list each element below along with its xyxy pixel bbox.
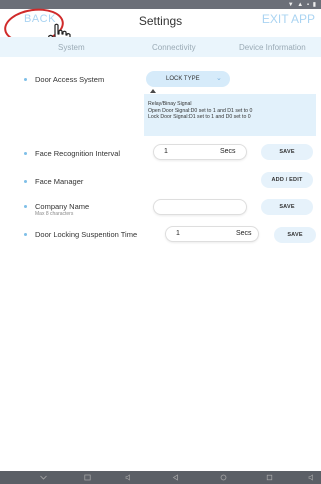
bullet-icon: [24, 205, 27, 208]
door-access-label: Door Access System: [35, 75, 105, 84]
bullet-icon: [24, 152, 27, 155]
chevron-down-icon[interactable]: [40, 474, 47, 481]
company-name-hint: Max 8 characters: [35, 211, 74, 217]
face-manager-label: Face Manager: [35, 177, 84, 186]
info-line: Lock Door Signal:D1 set to 1 and D0 set …: [148, 114, 251, 120]
tab-system[interactable]: System: [58, 43, 85, 52]
tab-device-information[interactable]: Device Information: [239, 43, 306, 52]
face-recognition-value: 1: [164, 148, 168, 155]
status-bar: ▼ ▲ ▪ ▮: [0, 0, 321, 15]
info-line: Relay/Binay Signal: [148, 101, 192, 107]
face-recognition-label: Face Recognition Interval: [35, 149, 121, 158]
door-locking-label: Door Locking Suspention Time: [35, 230, 138, 239]
lock-type-info-box: Relay/Binay Signal Open Door Signal:D0 s…: [144, 94, 316, 136]
screenshot-icon[interactable]: [84, 474, 91, 481]
lock-type-dropdown[interactable]: LOCK TYPE ⌄: [146, 71, 230, 87]
face-recognition-save-button[interactable]: SAVE: [261, 144, 313, 160]
notification-icons: [6, 2, 14, 15]
tooltip-pointer-icon: [150, 89, 156, 93]
company-name-input[interactable]: [153, 199, 247, 215]
bullet-icon: [24, 233, 27, 236]
back-icon[interactable]: [172, 474, 179, 481]
door-locking-save-button[interactable]: SAVE: [274, 227, 316, 243]
face-manager-add-edit-button[interactable]: ADD / EDIT: [261, 172, 313, 188]
system-status-icons: ▼ ▲ ▪ ▮: [287, 2, 317, 8]
recent-apps-icon[interactable]: [266, 474, 273, 481]
door-locking-value: 1: [176, 230, 180, 237]
company-name-save-button[interactable]: SAVE: [261, 199, 313, 215]
bullet-icon: [24, 180, 27, 183]
chevron-down-icon: ⌄: [216, 75, 222, 82]
door-locking-input[interactable]: 1 Secs: [165, 226, 259, 242]
volume-up-icon[interactable]: [308, 474, 315, 481]
volume-icon[interactable]: [125, 474, 132, 481]
navigation-bar: [0, 471, 321, 484]
tab-bar: System Connectivity Device Information: [0, 37, 321, 57]
company-name-label: Company Name: [35, 202, 90, 211]
face-recognition-unit: Secs: [220, 148, 236, 155]
bullet-icon: [24, 78, 27, 81]
home-icon[interactable]: [220, 474, 227, 481]
face-recognition-input[interactable]: 1 Secs: [153, 144, 247, 160]
door-locking-unit: Secs: [236, 230, 252, 237]
tab-connectivity[interactable]: Connectivity: [152, 43, 196, 52]
exit-app-button[interactable]: EXIT APP: [262, 12, 315, 26]
lock-type-label: LOCK TYPE: [166, 76, 200, 82]
